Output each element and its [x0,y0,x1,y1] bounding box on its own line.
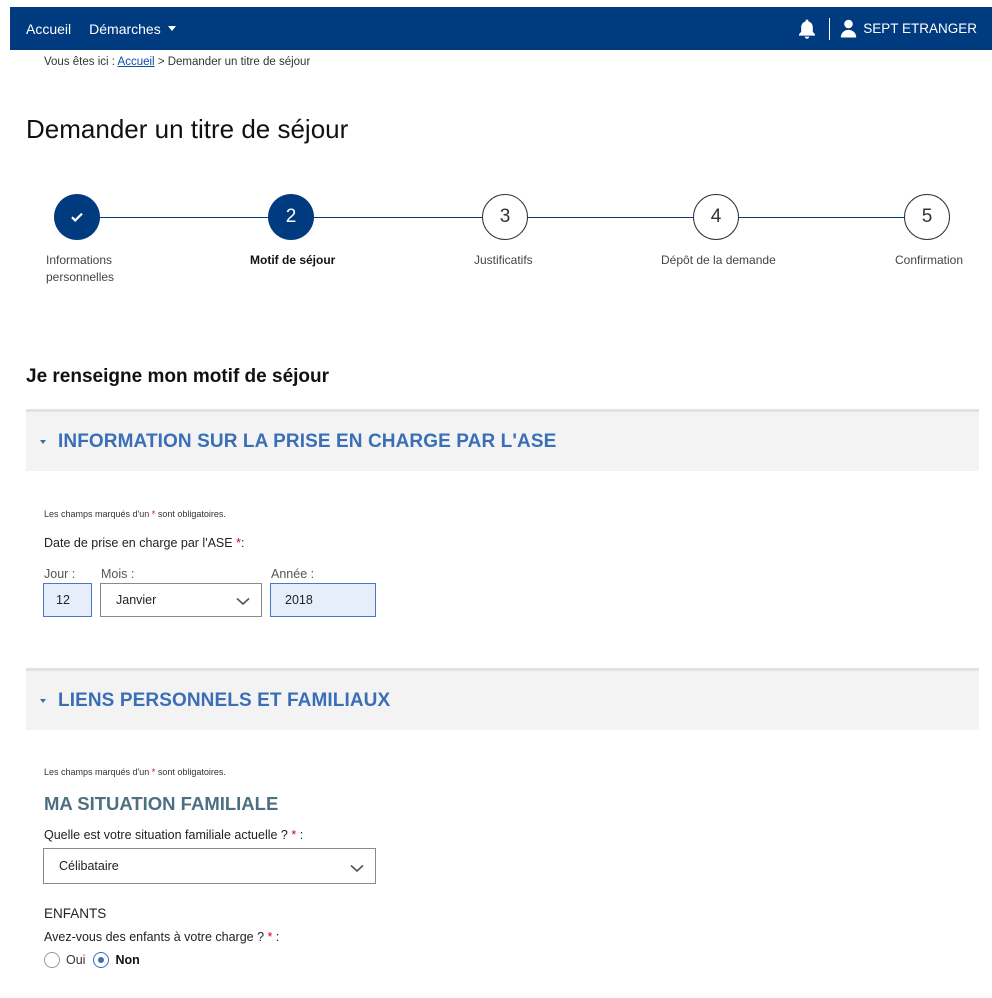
children-star: * [267,930,273,944]
required-fields-note: Les champs marqués d'un * sont obligatoi… [44,509,226,519]
step-3-circle: 3 [482,194,528,240]
ase-date-label-text: Date de prise en charge par l'ASE [44,536,233,550]
day-input-value: 12 [56,593,70,607]
step-5-label: Confirmation [895,253,964,267]
note-text-pre: Les champs marqués d'un [44,509,150,519]
step-1-label: Informations personnelles [46,252,114,286]
step-3-label: Justificatifs [474,253,533,267]
required-fields-note: Les champs marqués d'un * sont obligatoi… [44,767,226,777]
step-5-circle: 5 [904,194,950,240]
step-2-label: Motif de séjour [250,253,336,267]
children-radio-group: Oui Non [44,952,148,968]
situation-select[interactable]: Célibataire [43,848,376,884]
ase-date-label: Date de prise en charge par l'ASE *: [44,536,244,550]
step-5-number: 5 [921,206,933,227]
situation-select-value: Célibataire [59,859,119,873]
caret-down-icon [40,698,46,703]
situation-star: * [291,828,297,842]
chevron-down-icon [236,595,250,609]
step-2-circle: 2 [268,194,314,240]
panel-family-header[interactable]: LIENS PERSONNELS ET FAMILIAUX [26,668,979,730]
children-colon: : [275,930,280,944]
note-text-post: sont obligatoires. [157,767,226,777]
chevron-down-icon [350,862,364,876]
radio-oui-label[interactable]: Oui [66,953,85,967]
situation-label-text: Quelle est votre situation familiale act… [44,828,288,842]
note-text-pre: Les champs marqués d'un [44,767,150,777]
progress-stepper: 2 3 4 5 Informations personnelles Motif … [0,0,992,300]
step-1-circle [54,194,100,240]
note-star: * [151,767,156,777]
step-4-number: 4 [710,206,722,227]
step-4-circle: 4 [693,194,739,240]
year-label: Année : [271,567,315,581]
step-3-number: 3 [499,206,511,227]
note-text-post: sont obligatoires. [157,509,226,519]
situation-colon: : [299,828,304,842]
children-question: Avez-vous des enfants à votre charge ? *… [44,930,279,944]
day-label: Jour : [44,567,76,581]
panel-family-title: LIENS PERSONNELS ET FAMILIAUX [58,689,391,711]
children-heading: ENFANTS [44,906,107,921]
step-2-number: 2 [285,206,297,227]
step-1-label-line2: personnelles [46,270,115,284]
step-1-label-line1: Informations [46,253,113,267]
month-select[interactable]: Janvier [100,583,262,617]
month-label: Mois : [101,567,135,581]
section-title: Je renseigne mon motif de séjour [26,366,330,387]
caret-down-icon [40,439,46,444]
radio-oui[interactable] [44,952,60,968]
radio-non[interactable] [93,952,110,968]
family-situation-heading: MA SITUATION FAMILIALE [44,793,279,814]
day-input[interactable]: 12 [43,583,92,617]
children-question-text: Avez-vous des enfants à votre charge ? [44,930,265,944]
note-star: * [151,509,156,519]
year-input[interactable]: 2018 [270,583,376,617]
panel-ase-title: INFORMATION SUR LA PRISE EN CHARGE PAR L… [58,430,557,452]
ase-date-colon: : [240,536,245,550]
year-input-value: 2018 [285,593,313,607]
month-select-value: Janvier [116,593,157,607]
radio-non-label[interactable]: Non [115,953,139,967]
check-icon [71,212,83,222]
step-4-label: Dépôt de la demande [661,253,776,267]
panel-ase-header[interactable]: INFORMATION SUR LA PRISE EN CHARGE PAR L… [26,409,979,471]
situation-label: Quelle est votre situation familiale act… [44,828,303,842]
